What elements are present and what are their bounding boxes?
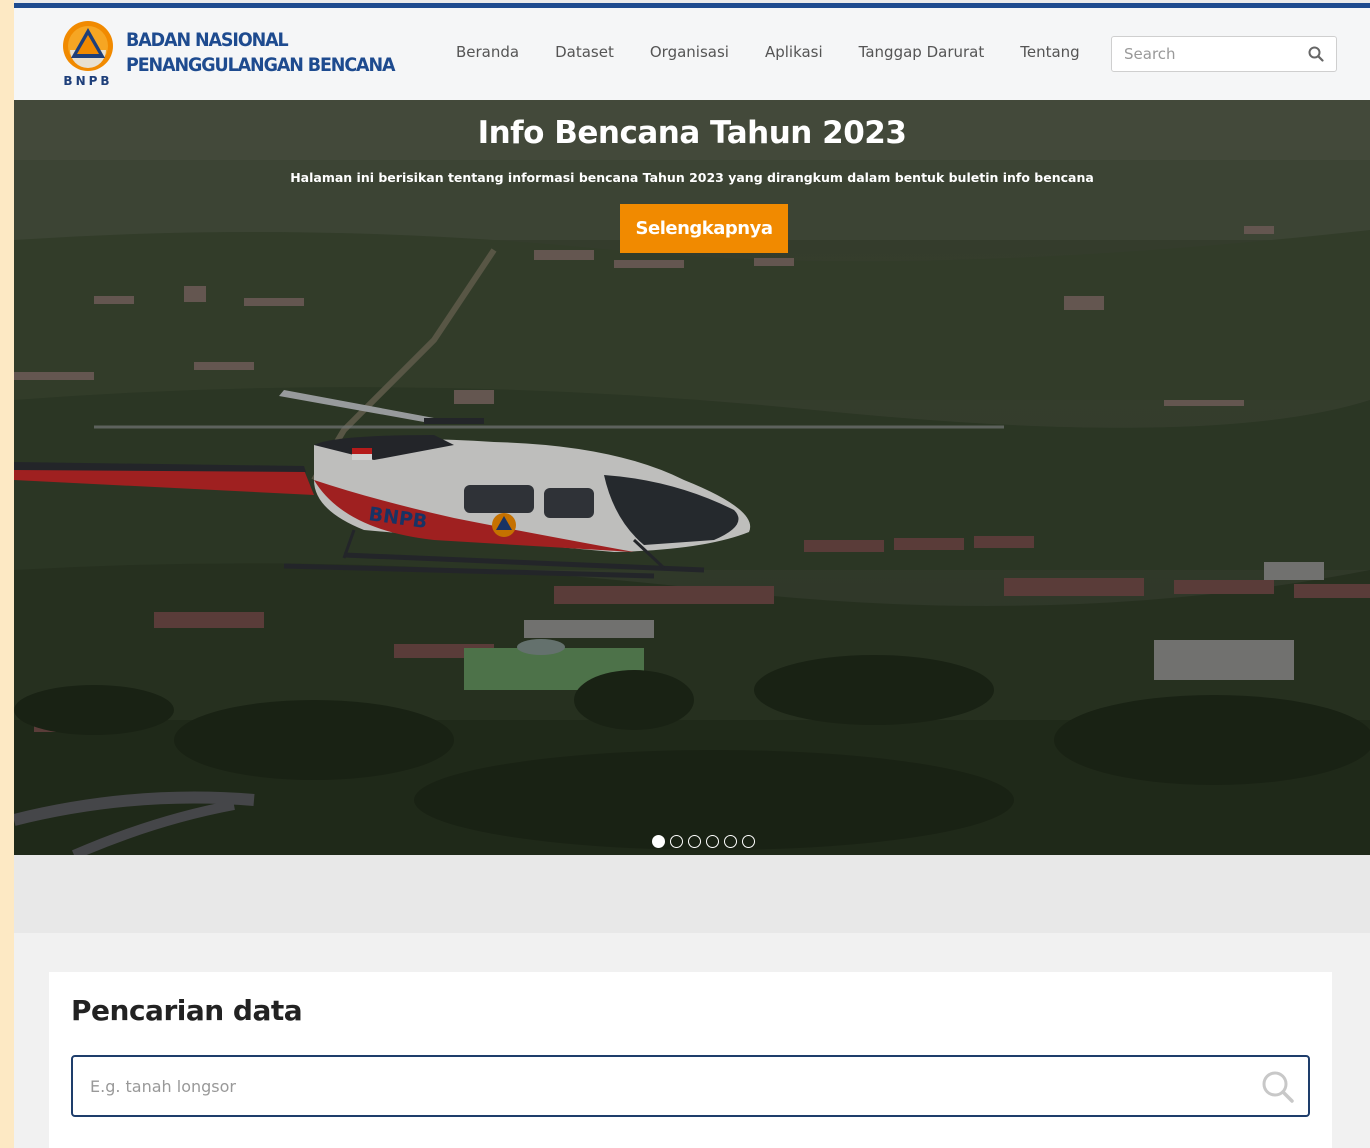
nav-item-dataset[interactable]: Dataset xyxy=(555,43,614,61)
carousel-indicators xyxy=(652,835,755,848)
carousel-dot-2[interactable] xyxy=(670,835,683,848)
carousel-dot-4[interactable] xyxy=(706,835,719,848)
brand-name-line2: PENANGGULANGAN BENCANA xyxy=(126,54,396,76)
carousel-dot-6[interactable] xyxy=(742,835,755,848)
data-search-card: Pencarian data xyxy=(49,972,1332,1148)
bnpb-emblem-icon xyxy=(63,21,113,71)
data-search-title: Pencarian data xyxy=(71,994,303,1027)
section-divider xyxy=(14,855,1370,933)
nav-item-beranda[interactable]: Beranda xyxy=(456,43,519,61)
search-icon[interactable] xyxy=(1261,1070,1295,1104)
logo-abbreviation: BNPB xyxy=(63,74,113,88)
main-nav: Beranda Dataset Organisasi Aplikasi Tang… xyxy=(456,43,1116,61)
nav-item-tanggap-darurat[interactable]: Tanggap Darurat xyxy=(859,43,985,61)
search-icon[interactable] xyxy=(1308,46,1324,62)
carousel-dot-3[interactable] xyxy=(688,835,701,848)
hero-subtitle: Halaman ini berisikan tentang informasi … xyxy=(290,170,1094,185)
brand-name[interactable]: BADAN NASIONAL PENANGGULANGAN BENCANA xyxy=(126,28,396,78)
selengkapnya-button[interactable]: Selengkapnya xyxy=(620,204,788,253)
nav-item-aplikasi[interactable]: Aplikasi xyxy=(765,43,823,61)
carousel-dot-5[interactable] xyxy=(724,835,737,848)
carousel-dot-1[interactable] xyxy=(652,835,665,848)
nav-item-tentang[interactable]: Tentang xyxy=(1020,43,1079,61)
data-search-input[interactable] xyxy=(73,1057,1173,1115)
hero-title: Info Bencana Tahun 2023 xyxy=(477,115,907,151)
brand-name-line1: BADAN NASIONAL xyxy=(126,29,289,51)
data-search-box xyxy=(71,1055,1310,1117)
bnpb-logo[interactable]: BNPB xyxy=(62,20,114,98)
header-search xyxy=(1111,36,1337,72)
nav-item-organisasi[interactable]: Organisasi xyxy=(650,43,729,61)
hero-carousel: BNPB PK-DAM Info Bencana Tahun 2023 Hala… xyxy=(14,100,1370,855)
header-search-input[interactable] xyxy=(1112,37,1292,71)
site-header: BNPB BADAN NASIONAL PENANGGULANGAN BENCA… xyxy=(14,8,1370,100)
